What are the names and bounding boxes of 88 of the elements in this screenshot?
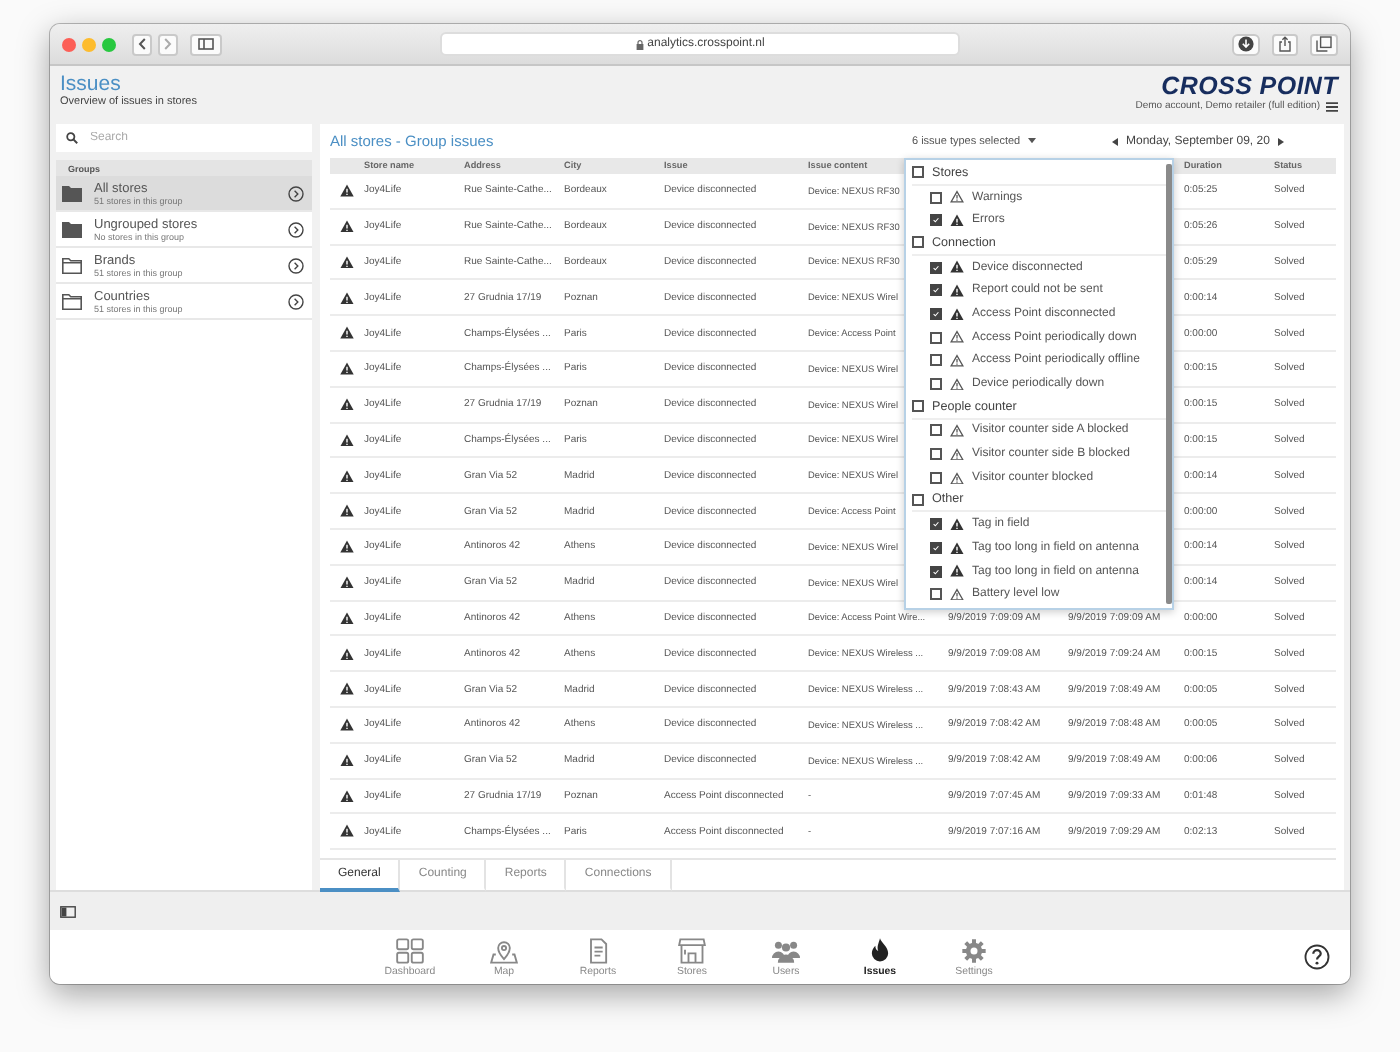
- gear-icon: [960, 937, 988, 963]
- share-button[interactable]: [1272, 33, 1298, 55]
- sidebar-icon: [198, 38, 214, 50]
- brand-logo: CROSS POINT: [1161, 72, 1338, 100]
- checkbox[interactable]: [930, 307, 942, 320]
- checkbox[interactable]: [930, 471, 942, 484]
- checkbox[interactable]: [912, 400, 924, 413]
- warning-icon: [950, 284, 964, 298]
- warning-icon: [340, 718, 354, 732]
- chevron-circle-icon[interactable]: [288, 221, 304, 237]
- warning-icon: [340, 469, 354, 483]
- caret-icon: [1028, 138, 1037, 144]
- warning-icon: [340, 504, 354, 518]
- close-button[interactable]: [62, 37, 76, 51]
- help-icon[interactable]: [1304, 944, 1330, 970]
- warning-icon: [340, 540, 354, 554]
- checkbox[interactable]: [930, 331, 942, 344]
- checkbox[interactable]: [930, 378, 942, 391]
- lock-icon: [635, 39, 644, 49]
- warning-icon: [950, 517, 964, 531]
- folder-icon: [62, 257, 82, 273]
- checkbox[interactable]: [930, 284, 942, 297]
- checkbox[interactable]: [930, 518, 942, 531]
- checkbox[interactable]: [930, 541, 942, 554]
- warning-icon: [340, 824, 354, 838]
- checkbox[interactable]: [912, 166, 924, 179]
- chevron-right-icon: [164, 38, 172, 50]
- download-icon: [1238, 36, 1254, 52]
- warning-icon: [950, 260, 964, 274]
- sidebar-button[interactable]: [190, 33, 222, 55]
- warning-icon: [950, 471, 964, 485]
- warning-icon: [340, 291, 354, 305]
- menu-icon[interactable]: [1326, 101, 1338, 111]
- chevron-circle-icon[interactable]: [288, 257, 304, 273]
- next-icon[interactable]: [1277, 137, 1284, 145]
- warning-icon: [950, 541, 964, 555]
- warning-icon: [340, 184, 354, 198]
- warning-icon: [950, 213, 964, 227]
- checkbox[interactable]: [930, 565, 942, 578]
- checkbox[interactable]: [930, 448, 942, 461]
- checkbox[interactable]: [930, 588, 942, 601]
- warning-icon: [340, 326, 354, 340]
- back-button[interactable]: [132, 33, 152, 55]
- chevron-circle-icon[interactable]: [288, 185, 304, 201]
- tabs-button[interactable]: [1310, 33, 1338, 55]
- map-pin-icon: [490, 937, 518, 963]
- warning-icon: [950, 377, 964, 391]
- checkbox[interactable]: [912, 493, 924, 506]
- warning-icon: [950, 447, 964, 461]
- warning-icon: [950, 354, 964, 368]
- warning-icon: [340, 433, 354, 447]
- checkbox[interactable]: [912, 236, 924, 249]
- warning-icon: [340, 753, 354, 767]
- share-icon: [1278, 36, 1292, 52]
- dashboard-icon: [396, 937, 424, 963]
- warning-icon: [340, 647, 354, 660]
- checkbox[interactable]: [930, 261, 942, 274]
- warning-icon: [340, 219, 354, 233]
- warning-icon: [950, 307, 964, 321]
- warning-icon: [340, 682, 354, 696]
- warning-icon: [340, 611, 354, 625]
- warning-icon: [950, 190, 964, 204]
- folder-icon: [62, 293, 82, 309]
- storefront-icon: [678, 937, 706, 963]
- search-icon: [66, 132, 78, 144]
- checkbox[interactable]: [930, 214, 942, 227]
- warning-icon: [950, 330, 964, 344]
- previous-icon[interactable]: [1112, 137, 1118, 145]
- warning-icon: [950, 564, 964, 578]
- chevron-circle-icon[interactable]: [288, 293, 304, 309]
- document-icon: [584, 937, 612, 963]
- warning-icon: [340, 362, 354, 376]
- warning-icon: [340, 789, 354, 803]
- checkbox[interactable]: [930, 424, 942, 437]
- tabs-icon: [1316, 36, 1332, 52]
- warning-icon: [950, 424, 964, 438]
- warning-icon: [950, 587, 964, 601]
- chevron-left-icon: [138, 38, 146, 50]
- page-title: Issues: [60, 72, 123, 96]
- warning-icon: [340, 255, 354, 269]
- checkbox[interactable]: [930, 354, 942, 367]
- users-icon: [772, 937, 800, 963]
- warning-icon: [340, 575, 354, 589]
- checkbox[interactable]: [930, 191, 942, 204]
- warning-icon: [340, 397, 354, 411]
- sidebar-toggle-icon[interactable]: [60, 905, 76, 917]
- flame-icon: [866, 937, 894, 963]
- download-button[interactable]: [1232, 33, 1260, 55]
